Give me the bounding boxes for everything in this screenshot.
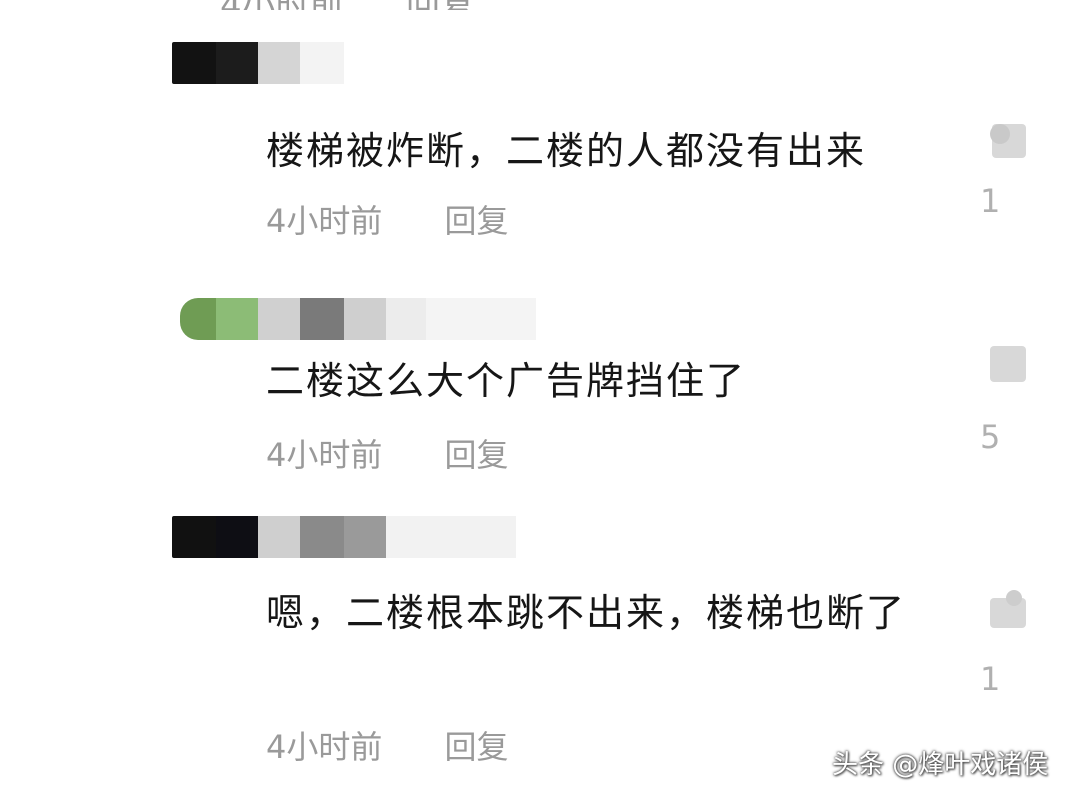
previous-comment-meta: 4小时前 回复 [0,0,1080,10]
user-info-blurred[interactable] [172,516,572,560]
username-pixelated [386,298,426,340]
like-button[interactable]: 1 [980,118,1040,258]
like-count: 5 [980,418,1001,456]
username-pixelated [344,298,386,340]
avatar[interactable] [172,42,216,84]
comment-text: 二楼这么大个广告牌挡住了 [266,359,747,403]
username-pixelated [344,516,386,558]
reply-button[interactable]: 回复 [445,202,509,240]
comment-meta: 4小时前 回复 [266,430,509,476]
comment-item: 楼梯被炸断，二楼的人都没有出来 4小时前 回复 1 [0,42,1080,262]
comment-item: 嗯，二楼根本跳不出来，楼梯也断了 4小时前 回复 1 [0,516,1080,776]
username-pixelated [258,42,300,84]
comment-item: 二楼这么大个广告牌挡住了 4小时前 回复 5 [0,298,1080,488]
like-icon [986,588,1028,628]
username-pixelated [300,516,344,558]
comment-meta: 4小时前 回复 [266,722,509,768]
username-pixelated [300,298,344,340]
avatar[interactable] [180,298,216,340]
comment-time: 4小时前 [266,436,383,474]
watermark: 头条 @烽叶戏诸侯 [832,750,1049,780]
username-pixelated [258,516,300,558]
username-pixelated [300,42,344,84]
username-pixelated [216,516,258,558]
like-icon [986,342,1028,382]
user-info-blurred[interactable] [172,298,572,342]
comment-text: 楼梯被炸断，二楼的人都没有出来 [266,129,867,173]
reply-button[interactable]: 回复 [445,728,509,766]
like-count: 1 [980,182,1001,220]
username-pixelated [386,516,516,558]
comment-time: 4小时前 [266,728,383,766]
comment-time: 4小时前 [220,0,344,10]
reply-button[interactable]: 回复 [406,0,474,10]
username-pixelated [258,298,300,340]
username-pixelated [216,42,258,84]
username-pixelated [426,298,536,340]
comment-text: 嗯，二楼根本跳不出来，楼梯也断了 [266,591,907,635]
comment-time: 4小时前 [266,202,383,240]
avatar[interactable] [172,516,216,558]
like-button[interactable]: 1 [980,588,1040,728]
reply-button[interactable]: 回复 [445,436,509,474]
comment-meta: 4小时前 回复 [266,196,509,242]
like-button[interactable]: 5 [980,342,1040,482]
like-count: 1 [980,660,1001,698]
like-icon [986,118,1028,158]
username-pixelated [216,298,258,340]
user-info-blurred[interactable] [172,42,572,86]
